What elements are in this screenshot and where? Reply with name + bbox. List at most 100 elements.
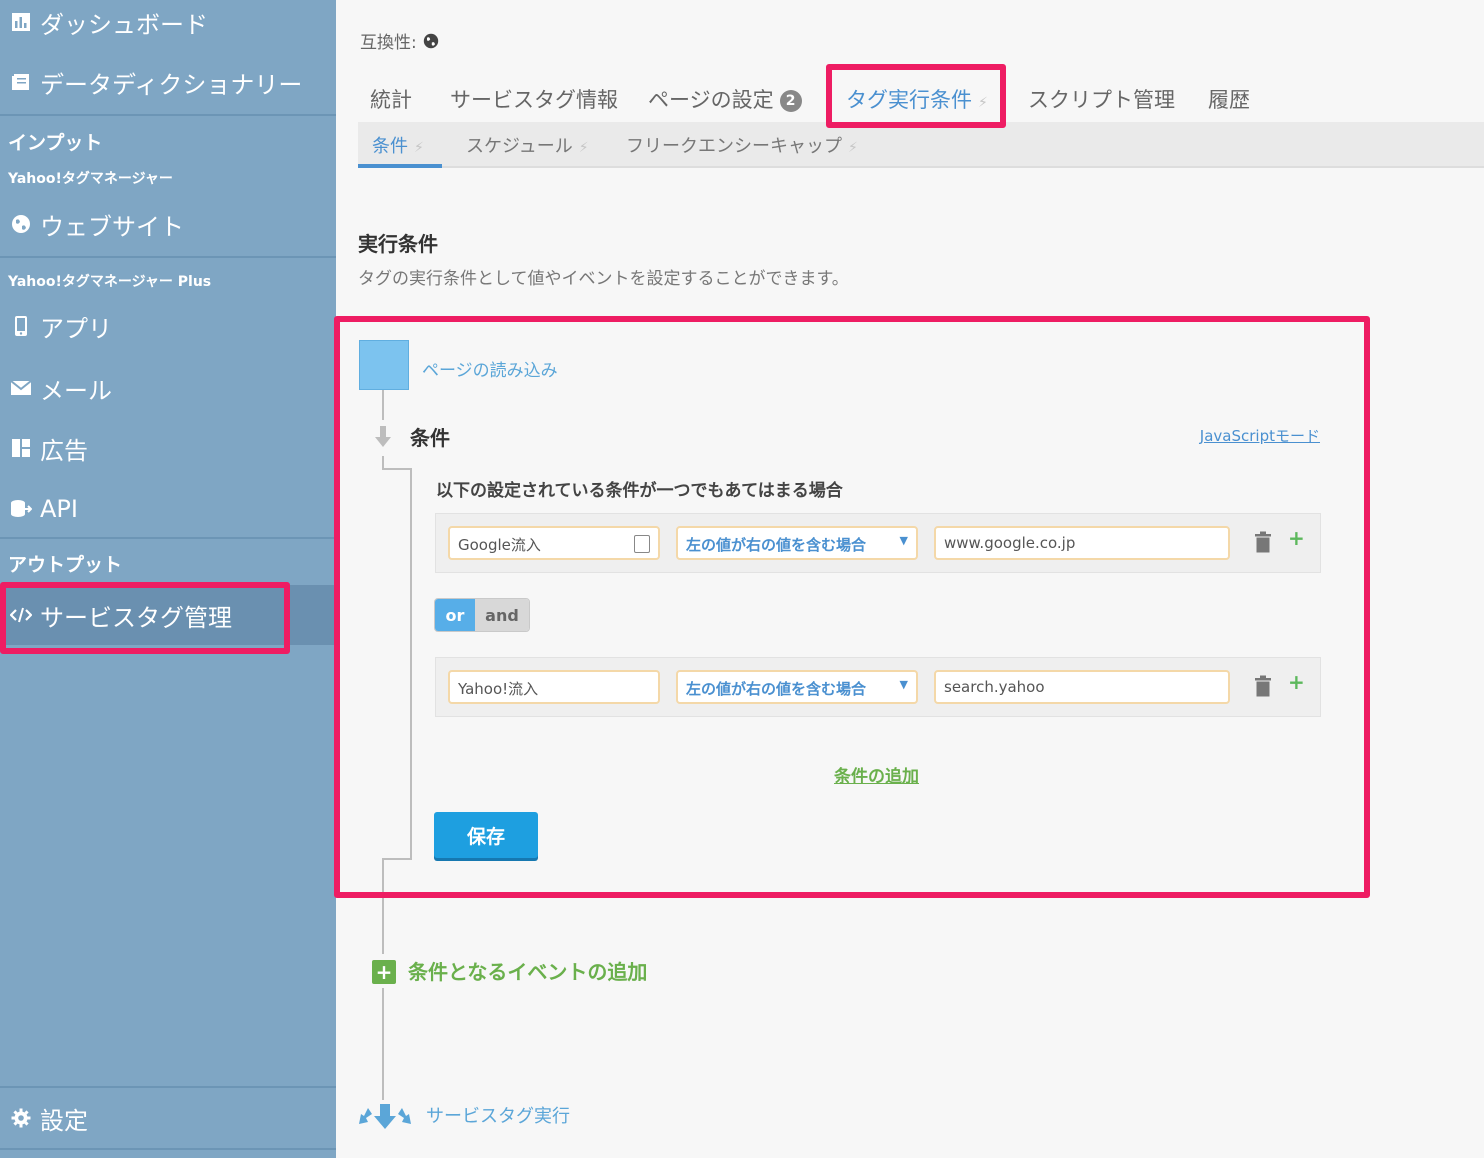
page-load-node xyxy=(359,340,409,390)
page-load-label: ページの読み込み xyxy=(422,361,558,381)
or-and-toggle[interactable]: or and xyxy=(434,598,530,632)
condition-left-field[interactable]: Google流入 xyxy=(448,526,660,560)
field-value: Google流入 xyxy=(458,536,541,554)
subtab-label: スケジュール xyxy=(466,136,573,157)
sidebar-item-app[interactable]: アプリ xyxy=(0,298,336,354)
bolt-icon: ⚡ xyxy=(848,140,858,156)
tab-service-tag-info[interactable]: サービスタグ情報 xyxy=(450,84,618,114)
trash-icon[interactable] xyxy=(1254,531,1276,555)
field-value: www.google.co.jp xyxy=(944,534,1076,552)
fire-arrows-icon xyxy=(358,1102,412,1130)
flow-line xyxy=(410,468,412,860)
add-event-link[interactable]: 条件となるイベントの追加 xyxy=(408,956,647,985)
toggle-and[interactable]: and xyxy=(475,599,529,631)
globe-icon xyxy=(10,213,32,235)
sidebar-item-label: 設定 xyxy=(40,1106,88,1135)
subtab-label: フリークエンシーキャップ xyxy=(626,136,842,157)
flow-line xyxy=(382,858,410,860)
sidebar-item-label: ダッシュボード xyxy=(40,10,208,39)
sidebar-divider xyxy=(0,1086,336,1088)
select-value: 左の値が右の値を含む場合 xyxy=(686,536,867,554)
globe-icon xyxy=(423,33,439,49)
condition-left-field[interactable]: Yahoo!流入 xyxy=(448,670,660,704)
add-row-icon[interactable]: + xyxy=(1288,670,1305,694)
execute-service-tag-label: サービスタグ実行 xyxy=(426,1106,570,1127)
sidebar-sub-yahoo-tag-manager-plus: Yahoo!タグマネージャー Plus xyxy=(8,274,212,290)
compatibility: 互換性: xyxy=(360,28,439,53)
sidebar-item-ads[interactable]: 広告 xyxy=(0,420,336,476)
sidebar-item-dashboard[interactable]: ダッシュボード xyxy=(0,0,336,50)
book-icon xyxy=(10,71,32,93)
save-button[interactable]: 保存 xyxy=(434,812,538,858)
layout-icon xyxy=(10,437,32,459)
condition-right-field[interactable]: www.google.co.jp xyxy=(934,526,1230,560)
tab-stats[interactable]: 統計 xyxy=(370,84,412,114)
sidebar-item-label: アプリ xyxy=(40,314,112,343)
tab-history[interactable]: 履歴 xyxy=(1208,84,1250,114)
condition-operator-select[interactable]: 左の値が右の値を含む場合 ▼ xyxy=(676,670,918,704)
add-condition-link[interactable]: 条件の追加 xyxy=(834,762,919,787)
tab-label: ページの設定 xyxy=(648,88,774,112)
flow-line xyxy=(382,390,384,420)
tab-label: タグ実行条件 xyxy=(846,88,972,112)
arrow-down-icon xyxy=(375,426,391,452)
field-value: Yahoo!流入 xyxy=(458,680,539,698)
bolt-icon: ⚡ xyxy=(414,140,424,156)
plus-icon[interactable]: + xyxy=(372,960,396,984)
sidebar-item-settings[interactable]: 設定 xyxy=(0,1090,336,1146)
gear-icon xyxy=(10,1107,32,1129)
flow-line xyxy=(382,468,410,470)
trash-icon[interactable] xyxy=(1254,675,1276,699)
tab-tag-execution-condition[interactable]: タグ実行条件 ⚡ xyxy=(846,84,988,114)
toggle-or[interactable]: or xyxy=(435,599,475,631)
subtab-frequency-cap[interactable]: フリークエンシーキャップ ⚡ xyxy=(626,132,858,158)
condition-row: Yahoo!流入 左の値が右の値を含む場合 ▼ search.yahoo + xyxy=(435,657,1321,717)
subtab-bar: 条件 ⚡ スケジュール ⚡ フリークエンシーキャップ ⚡ xyxy=(358,122,1484,168)
sidebar-item-website[interactable]: ウェブサイト xyxy=(0,196,336,252)
sidebar-sub-yahoo-tag-manager: Yahoo!タグマネージャー xyxy=(8,171,173,187)
section-heading: 実行条件 xyxy=(358,232,438,256)
sidebar-section-input: インプット xyxy=(8,132,103,154)
javascript-mode-link[interactable]: JavaScriptモード xyxy=(1200,425,1320,446)
bar-chart-icon xyxy=(10,11,32,33)
api-icon xyxy=(10,498,32,520)
compat-label: 互換性: xyxy=(360,33,417,53)
add-row-icon[interactable]: + xyxy=(1288,526,1305,550)
sidebar: ダッシュボード データディクショナリー インプット Yahoo!タグマネージャー… xyxy=(0,0,336,1158)
notification-badge: 2 xyxy=(779,90,802,112)
sidebar-item-data-dictionary[interactable]: データディクショナリー xyxy=(0,54,336,110)
sidebar-item-api[interactable]: API xyxy=(0,481,336,537)
sidebar-item-label: 広告 xyxy=(40,436,88,465)
code-icon xyxy=(10,604,32,626)
flow-line xyxy=(382,988,384,1100)
phone-icon xyxy=(10,315,32,337)
condition-operator-select[interactable]: 左の値が右の値を含む場合 ▼ xyxy=(676,526,918,560)
subtab-label: 条件 xyxy=(372,136,408,157)
tab-script-management[interactable]: スクリプト管理 xyxy=(1028,84,1175,114)
sidebar-item-mail[interactable]: メール xyxy=(0,360,336,416)
condition-title: 条件 xyxy=(410,426,450,450)
sidebar-item-service-tag[interactable]: サービスタグ管理 xyxy=(0,585,336,645)
main-content: 互換性: 統計 サービスタグ情報 ページの設定 2 タグ実行条件 ⚡ スクリプト管理… xyxy=(336,0,1484,1158)
chevron-down-icon: ▼ xyxy=(899,534,908,547)
sidebar-section-output: アウトプット xyxy=(8,554,123,576)
sidebar-divider xyxy=(0,256,336,258)
sidebar-item-label: データディクショナリー xyxy=(40,70,303,99)
tab-page-settings[interactable]: ページの設定 2 xyxy=(648,84,802,114)
subtab-active-indicator xyxy=(358,164,442,168)
select-value: 左の値が右の値を含む場合 xyxy=(686,680,867,698)
condition-row: Google流入 左の値が右の値を含む場合 ▼ www.google.co.jp… xyxy=(435,513,1321,573)
chevron-down-icon: ▼ xyxy=(899,678,908,691)
sidebar-divider xyxy=(0,114,336,116)
variable-icon[interactable] xyxy=(634,535,650,553)
subtab-schedule[interactable]: スケジュール ⚡ xyxy=(466,132,589,158)
bolt-icon: ⚡ xyxy=(978,95,988,111)
condition-description: 以下の設定されている条件が一つでもあてはまる場合 xyxy=(436,481,843,501)
condition-right-field[interactable]: search.yahoo xyxy=(934,670,1230,704)
subtab-condition[interactable]: 条件 ⚡ xyxy=(372,132,424,158)
flow-line xyxy=(382,858,384,954)
sidebar-divider xyxy=(0,1148,336,1150)
mail-icon xyxy=(10,377,32,399)
section-description: タグの実行条件として値やイベントを設定することができます。 xyxy=(358,269,849,289)
sidebar-divider xyxy=(0,537,336,539)
